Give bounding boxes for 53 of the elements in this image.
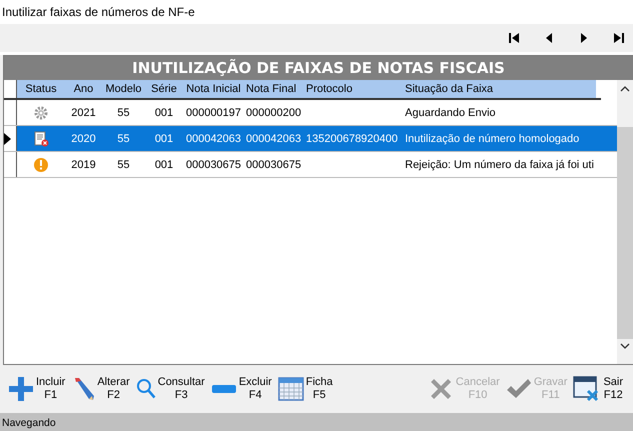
plus-icon — [8, 376, 34, 402]
table-cell-text: 55 — [116, 106, 131, 118]
table-cell-text: Rejeição: Um número da faixa já foi uti — [404, 158, 595, 170]
toolbar-button[interactable]: Ficha F5 — [278, 376, 339, 402]
table-cell-text: 2021 — [70, 106, 97, 118]
table-row[interactable]: 2019 55 001 000030675 000030675 Rejeição: Um número da faixa já foi uti — [4, 152, 617, 178]
table-cell-text: 55 — [116, 132, 131, 144]
column-header[interactable]: Série — [145, 80, 183, 98]
table-cell-text: 2020 — [70, 132, 97, 144]
column-header[interactable]: Nota Inicial — [183, 80, 244, 98]
table-cell-text: 000030675 — [184, 158, 242, 170]
scroll-down-icon[interactable] — [620, 343, 630, 349]
column-header[interactable]: Ano — [65, 80, 102, 98]
status-text: Navegando — [2, 417, 56, 429]
table-cell-text: 001 — [154, 106, 174, 118]
column-header[interactable]: Situação da Faixa — [401, 80, 596, 98]
table-cell-text: 000030675 — [245, 158, 302, 170]
navigation-button[interactable] — [508, 32, 520, 44]
toolbar-button[interactable]: Consultar F3 — [136, 376, 211, 402]
toolbar-button[interactable]: Sair F12 — [573, 376, 629, 402]
table-cell-text: 000042063 — [245, 132, 302, 144]
scroll-thumb[interactable] — [617, 127, 633, 339]
table-cell-text: Inutilização de número homologado — [404, 132, 580, 144]
table-cell-text: 001 — [154, 158, 174, 170]
scroll-up-icon[interactable] — [620, 86, 630, 92]
toolbar-button[interactable]: Excluir F4 — [210, 376, 278, 402]
column-header[interactable]: Protocolo — [304, 80, 401, 98]
scrollbar[interactable] — [617, 80, 633, 364]
table-cell-text: 000000200 — [245, 106, 302, 118]
grid-title: INUTILIZAÇÃO DE FAIXAS DE NOTAS FISCAIS — [4, 56, 633, 80]
toolbar-button[interactable]: Incluir F1 — [8, 376, 72, 402]
column-header[interactable]: Modelo — [102, 80, 145, 98]
warning-icon — [33, 156, 49, 172]
search-icon — [136, 378, 156, 400]
window-title: Inutilizar faixas de números de NF-e — [0, 0, 633, 24]
minus-icon — [210, 384, 237, 394]
navigation-button[interactable] — [613, 32, 625, 44]
calendar-icon — [278, 376, 304, 402]
table-cell-text: 2019 — [70, 158, 97, 170]
table-row[interactable]: 2020 55 001 000042063 000042063 135200678920400 Inutilização de número homologado — [4, 126, 617, 152]
table-cell-text: 001 — [154, 132, 174, 144]
column-header[interactable]: Nota Final — [244, 80, 304, 98]
column-header[interactable]: Status — [17, 80, 65, 98]
table-cell-text: 135200678920400 — [305, 132, 399, 144]
document-error-icon — [34, 130, 48, 146]
row-pointer-icon — [4, 132, 11, 144]
toolbar-button[interactable]: Alterar F2 — [71, 376, 136, 402]
table-cell-text: 000042063 — [184, 132, 242, 144]
table-cell-text: Aguardando Envio — [404, 106, 497, 118]
table-cell-text: 000000197 — [184, 106, 242, 118]
gear-icon — [34, 106, 48, 120]
table-cell-text: 55 — [116, 158, 131, 170]
checkmark-icon — [506, 378, 532, 400]
